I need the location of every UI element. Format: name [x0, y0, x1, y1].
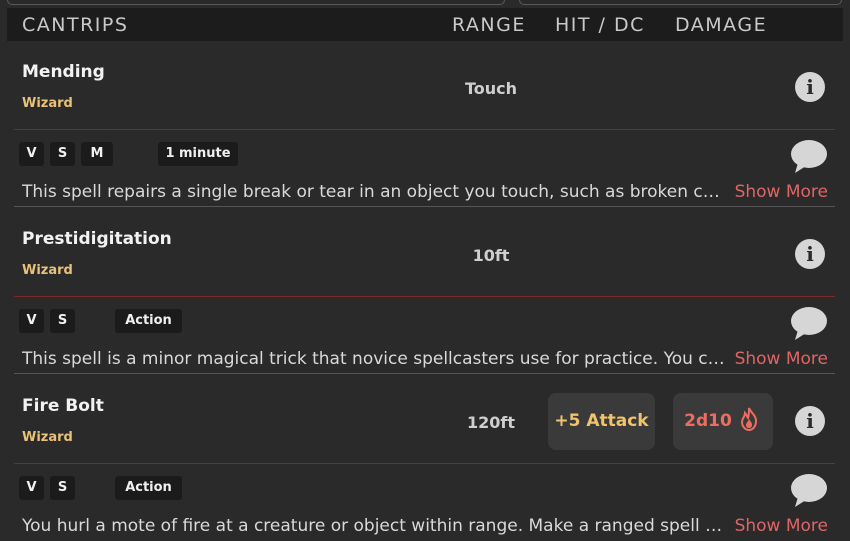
spell-row-mending[interactable]: Mending Wizard Touch i V S M 1 minute Th…	[7, 41, 843, 208]
show-more-link[interactable]: Show More	[735, 516, 828, 536]
row-divider	[14, 463, 835, 464]
spell-range: 120ft	[466, 413, 515, 432]
damage-column-header: DAMAGE	[675, 14, 768, 36]
spell-class: Wizard	[22, 430, 73, 445]
spell-name[interactable]: Mending	[22, 62, 105, 82]
spell-name[interactable]: Prestidigitation	[22, 229, 172, 249]
spell-range: Touch	[464, 79, 518, 98]
damage-roll-button[interactable]: 2d10	[673, 393, 773, 450]
component-tag-v: V	[19, 476, 44, 500]
info-icon[interactable]: i	[795, 72, 825, 102]
search-box-edge[interactable]	[7, 0, 505, 5]
row-divider	[14, 296, 835, 297]
show-more-link[interactable]: Show More	[735, 349, 828, 369]
casting-time-tag: Action	[115, 476, 182, 500]
info-icon[interactable]: i	[795, 406, 825, 436]
attack-roll-button[interactable]: +5 Attack	[548, 393, 655, 450]
damage-dice: 2d10	[684, 411, 732, 431]
note-speech-bubble-icon[interactable]	[789, 139, 829, 175]
spell-description: This spell is a minor magical trick that…	[22, 349, 728, 369]
spell-row-fire-bolt[interactable]: Fire Bolt Wizard 120ft +5 Attack 2d10 i …	[7, 375, 843, 541]
casting-time-tag: Action	[115, 309, 182, 333]
note-speech-bubble-icon[interactable]	[789, 473, 829, 509]
spell-description: You hurl a mote of fire at a creature or…	[22, 516, 728, 536]
spell-row-prestidigitation[interactable]: Prestidigitation Wizard 10ft i V S Actio…	[7, 208, 843, 375]
cantrips-header: CANTRIPS RANGE HIT / DC DAMAGE	[7, 8, 843, 41]
show-more-link[interactable]: Show More	[735, 182, 828, 202]
spell-name[interactable]: Fire Bolt	[22, 396, 104, 416]
component-tag-v: V	[19, 309, 44, 333]
row-bottom-divider	[14, 373, 835, 374]
row-bottom-divider	[14, 206, 835, 207]
component-tag-v: V	[19, 142, 44, 166]
component-tag-m: M	[81, 142, 113, 166]
spell-description: This spell repairs a single break or tea…	[22, 182, 728, 202]
note-speech-bubble-icon[interactable]	[789, 306, 829, 342]
filter-box-edge[interactable]	[519, 0, 842, 5]
spell-range: 10ft	[472, 246, 510, 265]
component-tag-s: S	[50, 142, 75, 166]
info-icon[interactable]: i	[795, 239, 825, 269]
hit-dc-column-header: HIT / DC	[555, 14, 645, 36]
casting-time-tag: 1 minute	[158, 142, 238, 166]
top-strip	[0, 0, 850, 8]
row-divider	[14, 129, 835, 130]
component-tag-s: S	[50, 476, 75, 500]
section-title: CANTRIPS	[22, 14, 129, 36]
component-tag-s: S	[50, 309, 75, 333]
range-column-header: RANGE	[452, 14, 526, 36]
spell-class: Wizard	[22, 263, 73, 278]
fire-damage-icon	[740, 407, 757, 432]
spell-class: Wizard	[22, 96, 73, 111]
